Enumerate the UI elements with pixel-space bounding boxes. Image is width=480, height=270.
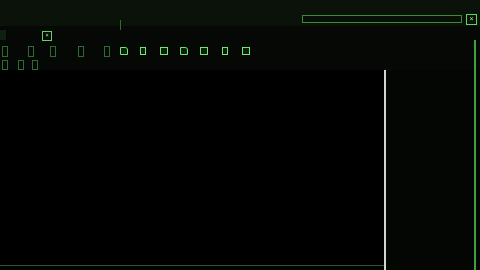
- open-folder-icon[interactable]: [180, 47, 188, 55]
- code-editor[interactable]: [0, 70, 386, 270]
- editor-buttons: [0, 60, 120, 70]
- toolbar-button-5[interactable]: [104, 46, 110, 57]
- tab-strip: ×: [0, 30, 480, 41]
- folder-icon[interactable]: [120, 47, 128, 55]
- right-panel: [388, 70, 480, 270]
- toolbar-button-3[interactable]: [50, 46, 56, 57]
- top-bar: ×: [0, 0, 480, 26]
- tab-file[interactable]: [0, 30, 6, 40]
- toolbar: [0, 44, 480, 58]
- tab-close-icon[interactable]: ×: [42, 31, 52, 41]
- search-input[interactable]: [302, 15, 462, 23]
- toolbar-button-1[interactable]: [2, 46, 8, 57]
- toolbar-button-2[interactable]: [28, 46, 34, 57]
- divider: [120, 20, 121, 30]
- new-file-icon[interactable]: [222, 47, 228, 55]
- paste-icon[interactable]: [242, 47, 250, 55]
- editor-button-2[interactable]: [18, 60, 24, 70]
- save-icon[interactable]: [160, 47, 168, 55]
- frame-border: [474, 40, 476, 270]
- editor-button-3[interactable]: [32, 60, 38, 70]
- copy-icon[interactable]: [200, 47, 208, 55]
- close-icon[interactable]: ×: [466, 14, 477, 25]
- editor-bottom-rule: [0, 265, 384, 266]
- editor-button-1[interactable]: [2, 60, 8, 70]
- file-icon[interactable]: [140, 47, 146, 55]
- toolbar-button-4[interactable]: [78, 46, 84, 57]
